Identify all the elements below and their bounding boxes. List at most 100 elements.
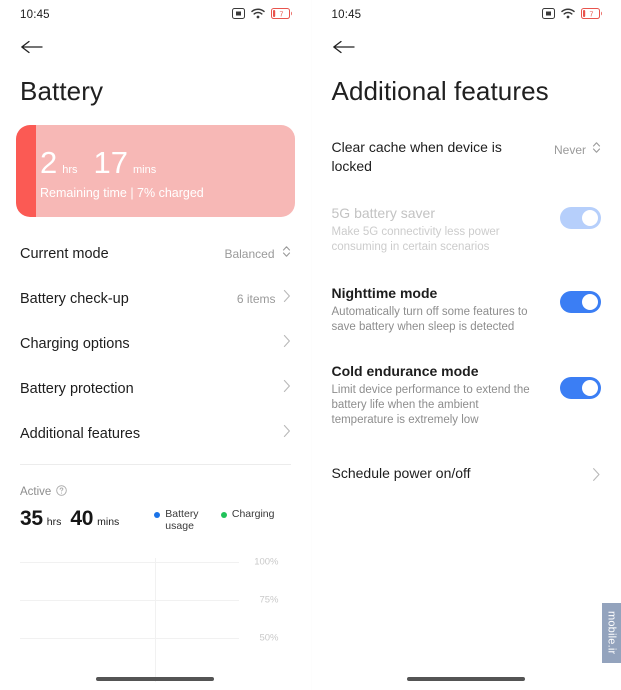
- list-item-text: Schedule power on/off: [332, 464, 471, 483]
- list-item-title: Cold endurance mode: [331, 363, 479, 379]
- battery-icon: 7: [270, 6, 293, 24]
- status-bar-icons: 7: [231, 6, 293, 24]
- additional-features-list: Clear cache when device is locked Never …: [312, 108, 621, 496]
- legend-item-battery-usage: Battery usage: [154, 508, 205, 532]
- list-item-control[interactable]: [592, 464, 601, 487]
- gridline-75: [20, 600, 239, 601]
- list-item-control[interactable]: [560, 204, 601, 229]
- home-indicator[interactable]: [407, 677, 526, 681]
- status-bar-clock: 10:45: [20, 9, 50, 21]
- ytick-label: 100%: [254, 556, 279, 568]
- battery-status-card-wrap: 2 hrs 17 mins Remaining time | 7% charge…: [0, 108, 311, 217]
- gridline-100: [20, 562, 239, 563]
- active-minutes: 40: [70, 507, 94, 530]
- list-item-description: Make 5G connectivity less power consumin…: [331, 226, 500, 253]
- status-bar-left: 10:45 7: [0, 0, 311, 30]
- vibrate-icon: [231, 6, 245, 24]
- active-duration-row: 35 hrs 40 mins Battery usage Charging: [20, 507, 291, 532]
- svg-text:7: 7: [590, 11, 594, 18]
- chevron-right-icon: [283, 424, 291, 443]
- chart-current-time-line: [155, 558, 156, 682]
- battery-card-subtitle: Remaining time | 7% charged: [40, 186, 204, 200]
- list-item-control[interactable]: [560, 284, 601, 313]
- nav-bar-right: [312, 30, 621, 64]
- legend-dot-charging: [220, 512, 227, 518]
- list-item-text: Nighttime mode Automatically turn off so…: [332, 284, 537, 335]
- list-item-value: Never: [553, 143, 586, 157]
- remaining-minutes-unit: mins: [133, 164, 157, 176]
- list-item-text: 5G battery saver Make 5G connectivity le…: [332, 204, 537, 255]
- active-hours: 35: [20, 507, 43, 530]
- toggle-nighttime-mode[interactable]: [560, 291, 601, 313]
- battery-usage-chart[interactable]: 100% 75% 50%: [20, 556, 291, 682]
- list-item-title: Clear cache when device is locked: [331, 139, 502, 174]
- list-item-control[interactable]: [276, 334, 291, 353]
- list-item-text: Cold endurance mode Limit device perform…: [332, 362, 537, 428]
- legend-dot-battery-usage: [154, 512, 161, 518]
- home-indicator[interactable]: [96, 677, 215, 681]
- chevron-right-icon: [592, 467, 601, 487]
- battery-settings-screen: 10:45 7 Battery 2 hrs 17 mins Remaining …: [0, 0, 311, 690]
- active-usage-section: Active 35 hrs 40 mins Battery usage Char…: [0, 465, 311, 682]
- battery-icon: 7: [581, 6, 603, 24]
- list-item-additional-features[interactable]: Additional features: [20, 411, 291, 456]
- nav-bar-left: [0, 30, 311, 64]
- list-item-charging-options[interactable]: Charging options: [20, 321, 291, 366]
- wifi-icon: [561, 6, 575, 24]
- list-item-cold-endurance-mode[interactable]: Cold endurance mode Limit device perform…: [332, 344, 601, 437]
- list-item-control[interactable]: [276, 379, 291, 398]
- chart-legend: Battery usage Charging: [154, 508, 290, 532]
- toggle-cold-endurance-mode[interactable]: [560, 377, 601, 399]
- list-item-title: 5G battery saver: [331, 205, 436, 221]
- back-button[interactable]: [332, 35, 358, 59]
- list-item-value: 6 items: [236, 291, 276, 306]
- list-item-clear-cache[interactable]: Clear cache when device is locked Never: [332, 124, 602, 185]
- status-bar-right: 10:45 7: [312, 0, 621, 30]
- legend-item-charging: Charging: [220, 508, 275, 520]
- list-item-description: Automatically turn off some features to …: [331, 306, 528, 333]
- battery-card-content: 2 hrs 17 mins Remaining time | 7% charge…: [16, 125, 295, 201]
- list-item-battery-check-up[interactable]: Battery check-up 6 items: [20, 276, 291, 321]
- status-bar-clock: 10:45: [331, 9, 362, 21]
- list-item-label: Additional features: [20, 425, 141, 442]
- list-item-title: Nighttime mode: [331, 285, 438, 301]
- active-duration: 35 hrs 40 mins: [20, 507, 128, 531]
- question-circle-icon[interactable]: [56, 483, 68, 501]
- remaining-minutes: 17: [93, 145, 129, 180]
- list-item-label: Battery protection: [20, 380, 134, 397]
- battery-status-card[interactable]: 2 hrs 17 mins Remaining time | 7% charge…: [16, 125, 295, 217]
- svg-text:7: 7: [279, 11, 283, 18]
- list-item-value: Balanced: [224, 246, 275, 261]
- vibrate-icon: [542, 6, 555, 24]
- toggle-knob: [582, 380, 598, 396]
- list-item-control[interactable]: 6 items: [237, 289, 291, 308]
- chevron-updown-icon: [592, 141, 601, 159]
- legend-label: Battery usage: [165, 508, 199, 532]
- list-item-text: Clear cache when device is locked: [332, 138, 537, 176]
- legend-label: Charging: [231, 508, 275, 520]
- toggle-knob: [582, 210, 598, 226]
- list-item-5g-battery-saver[interactable]: 5G battery saver Make 5G connectivity le…: [332, 185, 601, 264]
- list-item-control[interactable]: Never: [554, 138, 601, 159]
- page-title: Battery: [20, 76, 104, 106]
- battery-settings-list: Current mode Balanced Battery check-up 6…: [0, 217, 311, 456]
- page-title: Additional features: [331, 76, 549, 106]
- back-button[interactable]: [20, 35, 46, 59]
- list-item-nighttime-mode[interactable]: Nighttime mode Automatically turn off so…: [332, 264, 601, 344]
- list-item-control[interactable]: Balanced: [224, 245, 290, 263]
- remaining-hours: 2: [40, 145, 58, 180]
- additional-features-screen: 10:45 7 Additional features Clear cache …: [310, 0, 621, 690]
- toggle-5g-battery-saver[interactable]: [560, 207, 601, 229]
- list-item-title: Schedule power on/off: [331, 465, 471, 481]
- list-item-label: Current mode: [20, 245, 109, 262]
- gridline-50: [20, 638, 239, 639]
- list-item-control[interactable]: [276, 424, 291, 443]
- list-item-battery-protection[interactable]: Battery protection: [20, 366, 291, 411]
- remaining-hours-unit: hrs: [62, 164, 78, 176]
- list-item-current-mode[interactable]: Current mode Balanced: [20, 231, 291, 276]
- list-item-schedule-power[interactable]: Schedule power on/off: [332, 437, 602, 496]
- list-item-label: Charging options: [20, 335, 130, 352]
- list-item-control[interactable]: [560, 362, 601, 399]
- active-hours-unit: hrs: [46, 516, 62, 528]
- chevron-right-icon: [283, 379, 291, 398]
